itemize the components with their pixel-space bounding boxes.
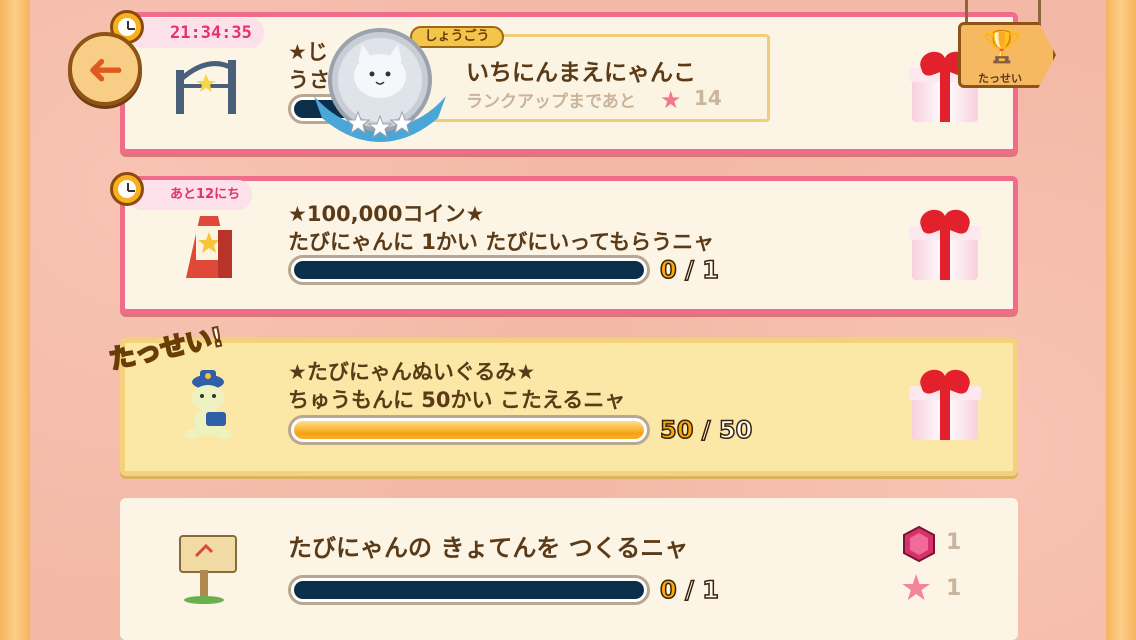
sign-rope-right [1038, 0, 1041, 26]
signboard-icon [168, 210, 248, 290]
star-reward-count: 1 [946, 576, 962, 601]
trophy-icon: 🏆 [982, 27, 1022, 65]
signpost-icon [176, 526, 256, 606]
mission-2-desc: たびにゃんに 1かい たびにいってもらうニャ [288, 230, 715, 254]
plush-cat-icon [172, 366, 252, 446]
mission-4-count: 0 / 1 [659, 575, 719, 605]
mission-3-count: 50 / 50 [659, 415, 753, 445]
gem-icon [900, 525, 938, 563]
star-icon: ★ [900, 568, 933, 609]
timer-badge: 21:34:35 [128, 18, 264, 48]
arrow-left-icon: ➜ [86, 43, 124, 95]
rank-name: いちにんまえにゃんこ [466, 60, 696, 86]
mission-3-desc: ちゅうもんに 50かい こたえるニャ [288, 388, 626, 412]
silver-cat-medal-icon [310, 26, 450, 144]
left-frame [0, 0, 30, 640]
pink-star-icon: ★ [660, 86, 682, 114]
gate-icon [168, 50, 248, 130]
gem-reward-count: 1 [946, 530, 962, 555]
mission-2-count: 0 / 1 [659, 255, 719, 285]
gift-icon[interactable] [909, 366, 981, 440]
mission-4-title: たびにゃんの きょてんを つくるニャ [288, 534, 689, 562]
mission-3-progress [288, 415, 650, 445]
achievement-label: たっせい [978, 72, 1022, 85]
gift-icon[interactable] [909, 206, 981, 280]
back-button[interactable]: ➜ [68, 32, 142, 106]
clock-icon [110, 172, 144, 206]
days-left-badge: あと12にち [128, 180, 253, 210]
mission-3-title: ★たびにゃんぬいぐるみ★ [288, 360, 536, 384]
rank-up-count: 14 [694, 86, 722, 110]
mission-4-progress [288, 575, 650, 605]
mission-2-progress [288, 255, 650, 285]
right-frame [1106, 0, 1136, 640]
mission-2-title: ★100,000コイン★ [288, 202, 485, 226]
rank-up-text: ランクアップまであと [466, 92, 636, 112]
